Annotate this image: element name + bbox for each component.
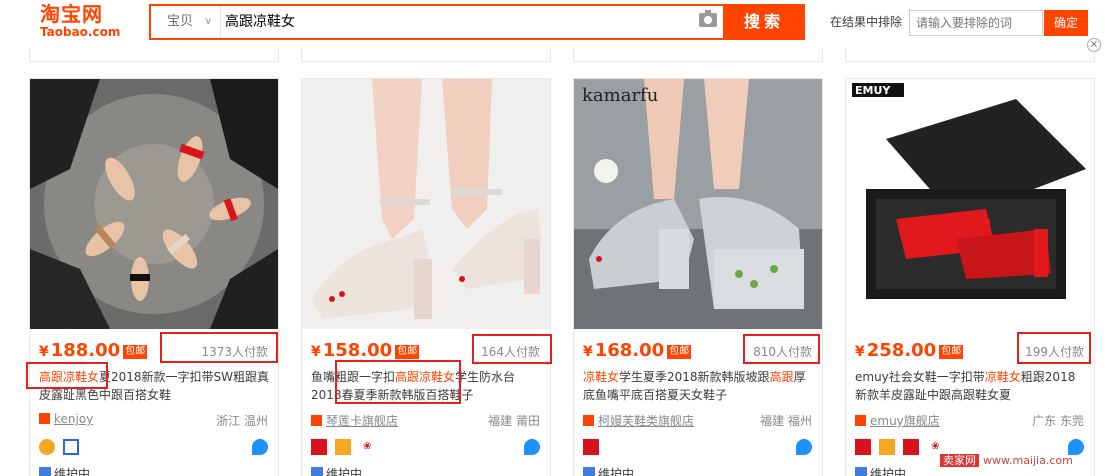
maintenance-status: 维护中 xyxy=(855,465,906,476)
annotation-box-title xyxy=(26,362,108,389)
status-icon xyxy=(39,467,51,476)
location: 浙江 温州 xyxy=(216,414,268,428)
prev-card-edge xyxy=(845,48,1095,62)
product-title[interactable]: 凉鞋女学生夏季2018新款韩版坡跟高跟厚底鱼嘴平底百搭夏天女鞋子 xyxy=(583,368,815,404)
shop-icon xyxy=(311,415,322,426)
service-badges: ❀ xyxy=(311,439,378,455)
location: 广东 东莞 xyxy=(1032,414,1084,428)
insurance-icon[interactable] xyxy=(335,439,352,455)
logo-text-cn: 淘宝网 xyxy=(40,2,103,26)
watermark: 卖家网 www.maijia.com xyxy=(940,452,1073,468)
chat-icon[interactable] xyxy=(252,439,268,455)
maintenance-status: 维护中 xyxy=(39,465,90,476)
service-badges: ❀ xyxy=(855,439,946,455)
status-icon xyxy=(583,467,595,476)
product-image[interactable] xyxy=(30,79,278,329)
location: 福建 福州 xyxy=(760,414,812,428)
chat-icon[interactable] xyxy=(524,439,540,455)
product-image[interactable]: EMUY xyxy=(846,79,1094,329)
service-badges xyxy=(583,439,602,455)
insurance-icon[interactable] xyxy=(879,439,896,455)
tmall-icon[interactable] xyxy=(311,439,327,455)
new-icon[interactable] xyxy=(903,439,920,455)
search-input[interactable] xyxy=(225,6,705,38)
product-title[interactable]: emuy社会女鞋一字扣带凉鞋女粗跟2018新款羊皮露趾中跟高跟鞋女夏 xyxy=(855,368,1087,404)
annotation-box-deal xyxy=(1017,332,1091,364)
product-price: ¥188.00 包邮 xyxy=(39,340,148,361)
exclude-filter: 在结果中排除 确定 xyxy=(830,8,1100,36)
annotation-box-deal xyxy=(160,332,278,363)
search-type-select[interactable]: 宝贝 ∨ xyxy=(151,6,221,38)
free-shipping-badge: 包邮 xyxy=(939,345,964,359)
shop-icon xyxy=(583,415,594,426)
shield-icon[interactable] xyxy=(63,439,80,455)
annotation-box-deal xyxy=(472,334,552,364)
chat-icon[interactable] xyxy=(796,439,812,455)
product-card[interactable]: ¥188.00 包邮 1373人付款 高跟凉鞋女夏2018新款一字扣带SW粗跟真皮… xyxy=(29,78,279,476)
exclude-label: 在结果中排除 xyxy=(830,15,903,29)
free-shipping-badge: 包邮 xyxy=(667,345,692,359)
product-card[interactable]: kamarfu ¥168.00 包邮 810人付款 凉鞋女学生夏季2018新款韩版… xyxy=(573,78,823,476)
status-icon xyxy=(855,467,867,476)
prev-card-edge xyxy=(573,48,823,62)
prev-card-edge xyxy=(29,48,279,62)
search-type-label: 宝贝 xyxy=(167,14,194,29)
shop-link[interactable]: emuy旗舰店 xyxy=(855,412,940,429)
header: 淘宝网 Taobao.com 宝贝 ∨ 搜索 在结果中排除 确定 × xyxy=(0,0,1109,52)
status-icon xyxy=(311,467,323,476)
gold-medal-icon[interactable] xyxy=(39,439,55,455)
search-button[interactable]: 搜索 xyxy=(723,4,805,40)
tmall-icon[interactable] xyxy=(583,439,599,455)
product-image[interactable]: kamarfu xyxy=(574,79,822,329)
product-card[interactable]: ¥158.00 包邮 164人付款 鱼嘴粗跟一字扣高跟凉鞋女学生防水台2018春夏… xyxy=(301,78,551,476)
shop-link[interactable]: kenjoy xyxy=(39,412,93,426)
product-image[interactable] xyxy=(302,79,550,329)
annotation-box-title xyxy=(335,360,461,404)
tmall-icon[interactable] xyxy=(855,439,871,455)
chevron-down-icon: ∨ xyxy=(204,16,212,27)
brand-text: kamarfu xyxy=(582,85,658,106)
product-price: ¥158.00 包邮 xyxy=(311,340,420,361)
logo-text-en: Taobao.com xyxy=(40,25,121,39)
maintenance-status: 维护中 xyxy=(583,465,634,476)
shop-icon xyxy=(39,413,50,424)
product-card[interactable]: EMUY ¥258.00 包邮 199人付款 emuy社会女鞋一字扣带凉鞋女粗跟2… xyxy=(845,78,1095,476)
shop-icon xyxy=(855,415,866,426)
free-shipping-badge: 包邮 xyxy=(123,345,148,359)
taobao-logo[interactable]: 淘宝网 Taobao.com xyxy=(40,3,124,43)
product-price: ¥258.00 包邮 xyxy=(855,340,964,361)
shop-link[interactable]: 琴莲卡旗舰店 xyxy=(311,412,398,429)
prev-card-edge xyxy=(301,48,551,62)
brand-text: EMUY xyxy=(855,84,891,97)
free-shipping-badge: 包邮 xyxy=(395,345,420,359)
maintenance-status: 维护中 xyxy=(311,465,362,476)
shop-link[interactable]: 柯嫚芙鞋类旗舰店 xyxy=(583,412,694,429)
exclude-input[interactable] xyxy=(909,10,1043,36)
service-badges xyxy=(39,439,82,455)
exclude-confirm-button[interactable]: 确定 xyxy=(1044,10,1088,36)
search-results-page: 淘宝网 Taobao.com 宝贝 ∨ 搜索 在结果中排除 确定 × xyxy=(0,0,1109,476)
search-bar: 宝贝 ∨ 搜索 xyxy=(149,4,805,40)
heart-icon[interactable]: ❀ xyxy=(359,439,376,455)
annotation-box-deal xyxy=(743,334,820,364)
product-price: ¥168.00 包邮 xyxy=(583,340,692,361)
location: 福建 莆田 xyxy=(488,414,540,428)
camera-icon[interactable] xyxy=(699,10,717,27)
